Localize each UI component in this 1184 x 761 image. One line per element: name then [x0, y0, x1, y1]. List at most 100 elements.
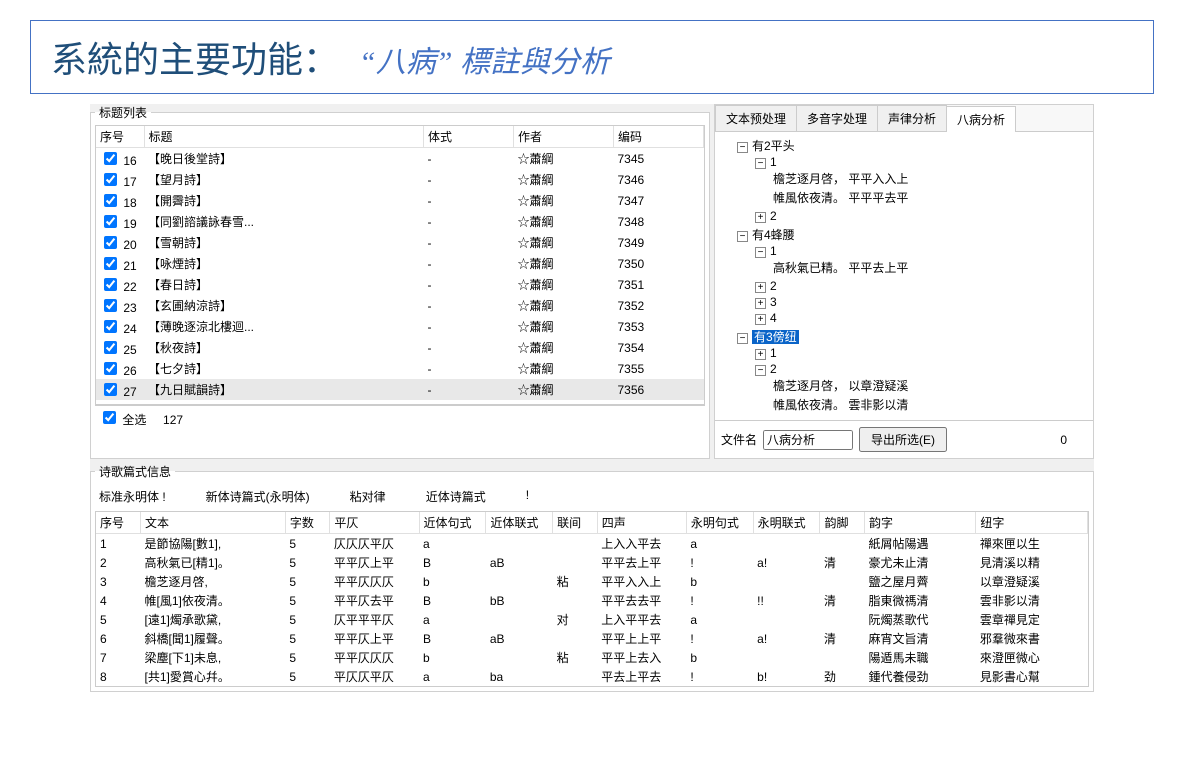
row-checkbox[interactable] [104, 299, 117, 312]
cell: 7355 [614, 358, 704, 379]
column-header[interactable]: 作者 [514, 126, 614, 148]
column-header[interactable]: 序号 [96, 126, 144, 148]
column-header[interactable]: 文本 [141, 512, 286, 534]
detail-table-scroll[interactable]: 序号文本字数平仄近体句式近体联式联间四声永明句式永明联式韵脚韵字纽字 1是節協陽… [95, 511, 1089, 687]
tab-0[interactable]: 文本预处理 [715, 105, 797, 131]
filename-input[interactable] [763, 430, 853, 450]
table-row[interactable]: 3檐芝逐月啓,5平平仄仄仄b粘平平入入上b鹽之屋月薺以章澄疑溪 [96, 572, 1088, 591]
tree-leaf[interactable]: 檐芝逐月啓， 平平入入上 [773, 172, 908, 186]
table-row[interactable]: 5[遠1]燭承歌黛,5仄平平平仄a对上入平平去a阮燭蒸歌代雲章禪見定 [96, 610, 1088, 629]
row-checkbox[interactable] [104, 320, 117, 333]
column-header[interactable]: 永明联式 [753, 512, 820, 534]
row-checkbox[interactable] [104, 341, 117, 354]
cell: - [424, 148, 514, 170]
row-checkbox[interactable] [104, 194, 117, 207]
tree-node[interactable]: 有2平头 [752, 139, 795, 153]
cell: aB [486, 629, 553, 648]
table-row[interactable]: 20【雪朝詩】-☆蕭綱7349 [96, 232, 704, 253]
table-row[interactable]: 8[共1]愛賞心幷。5平仄仄平仄aba平去上平去!b!劲鍾代養侵劲見影書心幫 [96, 667, 1088, 686]
cell: 7356 [614, 379, 704, 400]
column-header[interactable]: 近体句式 [419, 512, 486, 534]
table-row[interactable]: 17【望月詩】-☆蕭綱7346 [96, 169, 704, 190]
column-header[interactable]: 序号 [96, 512, 141, 534]
tree-leaf[interactable]: 帷風依夜清。 雲非影以清 [773, 398, 908, 412]
row-checkbox[interactable] [104, 173, 117, 186]
tree-node[interactable]: 2 [770, 362, 777, 376]
table-row[interactable]: 22【春日詩】-☆蕭綱7351 [96, 274, 704, 295]
tree-node[interactable]: 3 [770, 295, 777, 309]
table-row[interactable]: 4帷[風1]依夜清。5平平仄去平BbB平平去去平!!!清脂東微禡清雲非影以清 [96, 591, 1088, 610]
column-header[interactable]: 韵字 [865, 512, 976, 534]
table-row[interactable]: 16【晚日後堂詩】-☆蕭綱7345 [96, 148, 704, 170]
row-checkbox[interactable] [104, 383, 117, 396]
table-row[interactable]: 26【七夕詩】-☆蕭綱7355 [96, 358, 704, 379]
tree-toggle[interactable]: + [755, 212, 766, 223]
tree-toggle[interactable]: − [755, 247, 766, 258]
tree-toggle[interactable]: + [755, 314, 766, 325]
tree-node[interactable]: 1 [770, 244, 777, 258]
row-checkbox[interactable] [104, 152, 117, 165]
tree-toggle[interactable]: + [755, 349, 766, 360]
tree-leaf[interactable]: 帷風依夜清。 平平平去平 [773, 191, 908, 205]
cell: 仄平平平仄 [330, 610, 419, 629]
row-checkbox[interactable] [104, 257, 117, 270]
table-row[interactable]: 23【玄圃納涼詩】-☆蕭綱7352 [96, 295, 704, 316]
tree-leaf[interactable]: 高秋氣已精。 平平去上平 [773, 261, 908, 275]
table-row[interactable]: 1是節協陽[數1],5仄仄仄平仄a上入入平去a紙屑帖陽遇禪來匣以生 [96, 534, 1088, 554]
cell: 邪羣微來書 [976, 629, 1088, 648]
cell: ☆蕭綱 [514, 148, 614, 170]
row-checkbox[interactable] [104, 362, 117, 375]
tree-scroll[interactable]: −有2平头 −1 檐芝逐月啓， 平平入入上 帷風依夜清。 平平平去平 +2 [715, 132, 1093, 420]
column-header[interactable]: 标题 [144, 126, 424, 148]
tree-toggle[interactable]: + [755, 298, 766, 309]
tree-node[interactable]: 1 [770, 346, 777, 360]
column-header[interactable]: 体式 [424, 126, 514, 148]
tab-1[interactable]: 多音字处理 [796, 105, 878, 131]
tree-toggle[interactable]: − [737, 142, 748, 153]
table-row[interactable]: 27【九日賦韻詩】-☆蕭綱7356 [96, 379, 704, 400]
tree-node[interactable]: 2 [770, 209, 777, 223]
column-header[interactable]: 纽字 [976, 512, 1088, 534]
select-all-checkbox[interactable] [103, 411, 116, 424]
cell: 【晚日後堂詩】 [144, 148, 424, 170]
table-row[interactable]: 21【咏煙詩】-☆蕭綱7350 [96, 253, 704, 274]
cell: a! [753, 629, 820, 648]
tab-3[interactable]: 八病分析 [946, 106, 1016, 132]
cell: a [686, 534, 753, 554]
column-header[interactable]: 字数 [285, 512, 330, 534]
column-header[interactable]: 永明句式 [686, 512, 753, 534]
table-row[interactable]: 18【開霽詩】-☆蕭綱7347 [96, 190, 704, 211]
tree-toggle[interactable]: − [737, 333, 748, 344]
title-table-scroll[interactable]: 序号标题体式作者编码 16【晚日後堂詩】-☆蕭綱7345 17【望月詩】-☆蕭綱… [95, 125, 705, 405]
table-row[interactable]: 6斜橋[聞1]履聲。5平平仄上平BaB平平上上平!a!清麻宵文旨清邪羣微來書 [96, 629, 1088, 648]
tree-node[interactable]: 有4蜂腰 [752, 228, 795, 242]
table-row[interactable]: 25【秋夜詩】-☆蕭綱7354 [96, 337, 704, 358]
tab-2[interactable]: 声律分析 [877, 105, 947, 131]
table-row[interactable]: 7梁塵[下1]未息,5平平仄仄仄b粘平平上去入b陽遁馬未職來澄匣微心 [96, 648, 1088, 667]
cell [486, 572, 553, 591]
tree-node-selected[interactable]: 有3傍纽 [752, 330, 799, 344]
column-header[interactable]: 四声 [597, 512, 686, 534]
tree-toggle[interactable]: − [737, 231, 748, 242]
column-header[interactable]: 联间 [553, 512, 598, 534]
column-header[interactable]: 平仄 [330, 512, 419, 534]
table-row[interactable]: 24【薄晚逐涼北樓迴...-☆蕭綱7353 [96, 316, 704, 337]
tree-leaf[interactable]: 檐芝逐月啓， 以章澄疑溪 [773, 379, 908, 393]
tree-node[interactable]: 1 [770, 155, 777, 169]
column-header[interactable]: 近体联式 [486, 512, 553, 534]
tree-toggle[interactable]: − [755, 365, 766, 376]
tree-node[interactable]: 4 [770, 311, 777, 325]
cell: 【雪朝詩】 [144, 232, 424, 253]
column-header[interactable]: 编码 [614, 126, 704, 148]
tree-toggle[interactable]: − [755, 158, 766, 169]
row-checkbox[interactable] [104, 215, 117, 228]
row-checkbox[interactable] [104, 278, 117, 291]
table-row[interactable]: 19【同劉諮議詠春雪...-☆蕭綱7348 [96, 211, 704, 232]
column-header[interactable]: 韵脚 [820, 512, 865, 534]
row-checkbox[interactable] [104, 236, 117, 249]
cell: a! [753, 553, 820, 572]
tree-toggle[interactable]: + [755, 282, 766, 293]
tree-node[interactable]: 2 [770, 279, 777, 293]
table-row[interactable]: 2高秋氣已[精1]。5平平仄上平BaB平平去上平!a!清豪尤未止清見清溪以精 [96, 553, 1088, 572]
export-button[interactable]: 导出所选(E) [859, 427, 947, 452]
